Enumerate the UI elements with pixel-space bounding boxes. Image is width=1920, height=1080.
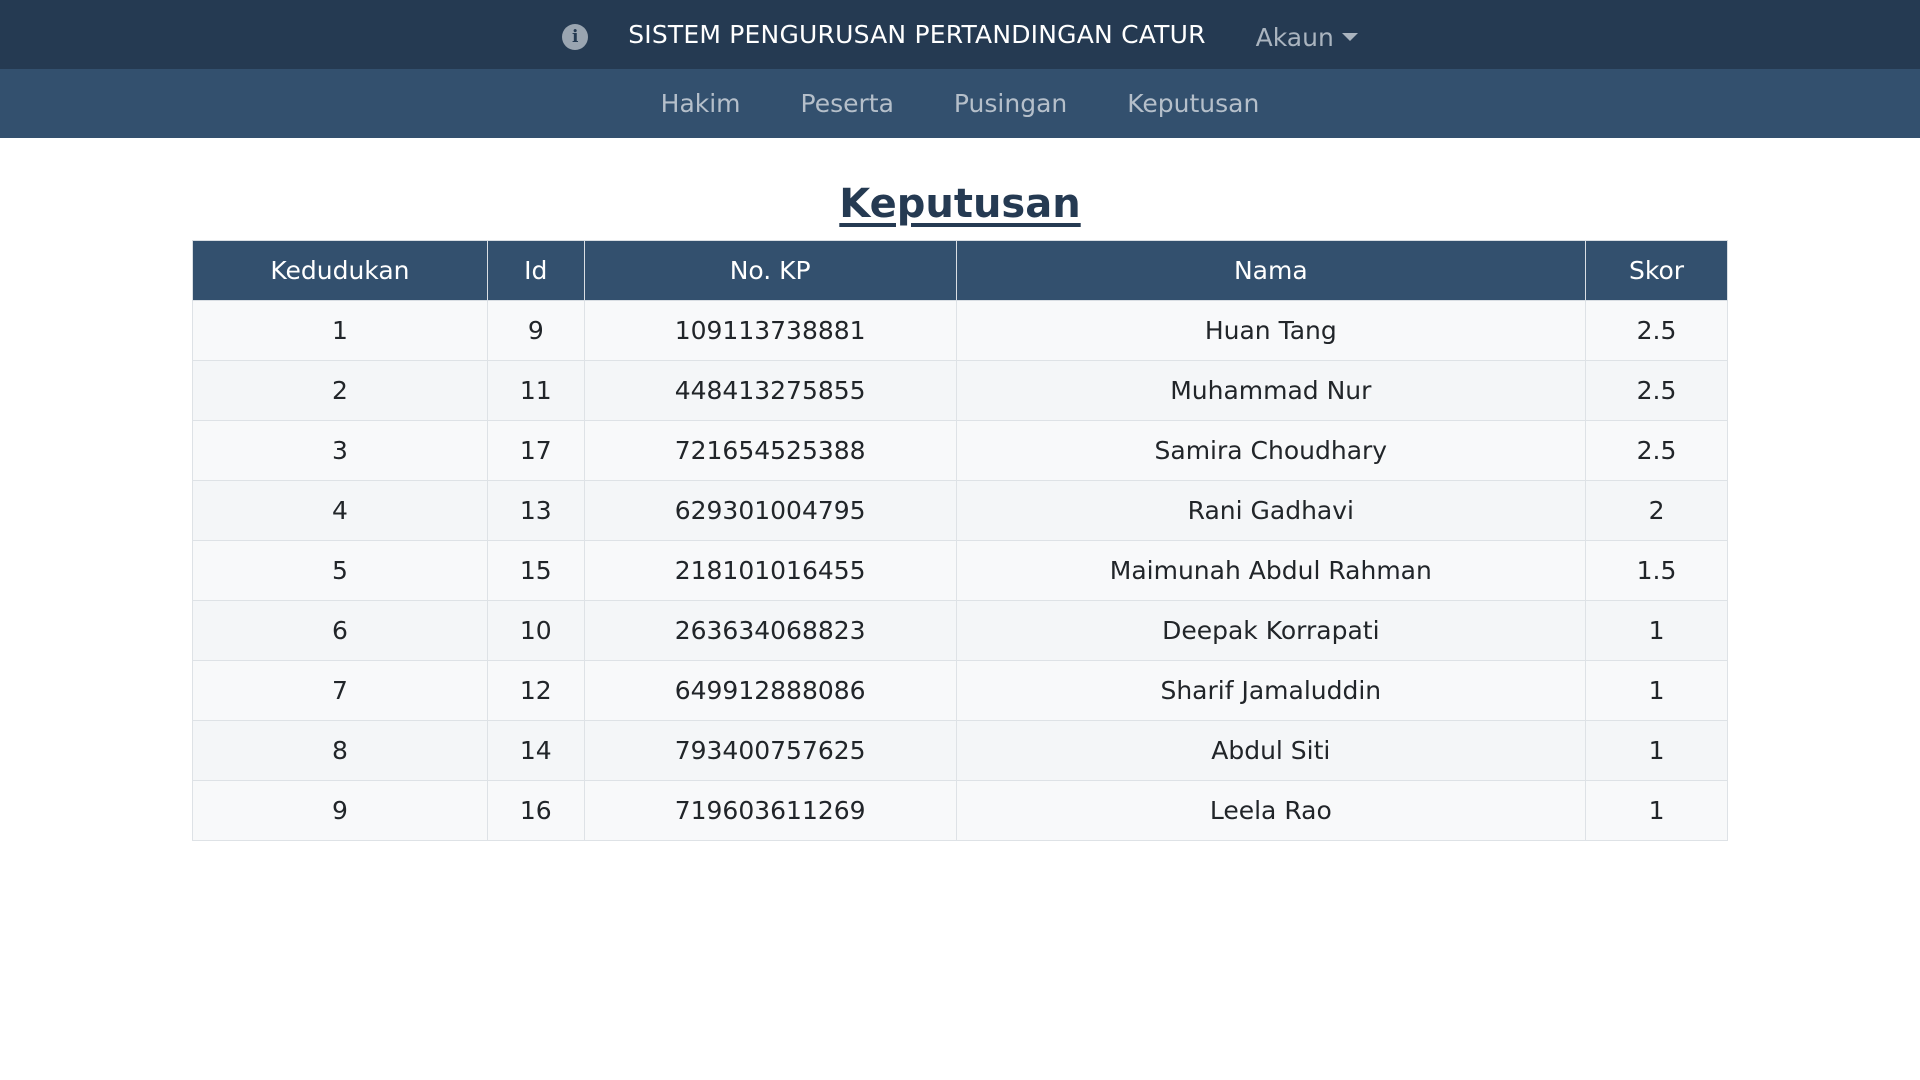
table-row: 5 15 218101016455 Maimunah Abdul Rahman … xyxy=(192,540,1728,601)
table-row: 2 11 448413275855 Muhammad Nur 2.5 xyxy=(192,360,1728,421)
cell-score: 1 xyxy=(1585,720,1728,781)
column-header-score: Skor xyxy=(1585,240,1728,301)
cell-name: Sharif Jamaluddin xyxy=(955,660,1587,721)
cell-id: 11 xyxy=(486,360,585,421)
cell-kp: 448413275855 xyxy=(583,360,957,421)
cell-score: 1 xyxy=(1585,780,1728,841)
cell-kp: 629301004795 xyxy=(583,480,957,541)
table-row: 3 17 721654525388 Samira Choudhary 2.5 xyxy=(192,420,1728,481)
cell-rank: 5 xyxy=(192,540,488,601)
cell-score: 2.5 xyxy=(1585,360,1728,421)
main-nav: Hakim Peserta Pusingan Keputusan xyxy=(0,69,1920,138)
cell-id: 15 xyxy=(486,540,585,601)
cell-kp: 649912888086 xyxy=(583,660,957,721)
account-dropdown[interactable]: Akaun xyxy=(1256,23,1358,52)
account-label: Akaun xyxy=(1255,22,1334,52)
cell-rank: 3 xyxy=(192,420,488,481)
cell-name: Samira Choudhary xyxy=(955,420,1587,481)
main-content: Keputusan Kedudukan Id No. KP Nama Skor … xyxy=(192,180,1728,841)
cell-name: Deepak Korrapati xyxy=(955,600,1587,661)
cell-name: Abdul Siti xyxy=(955,720,1587,781)
column-header-kp: No. KP xyxy=(583,240,957,301)
cell-id: 9 xyxy=(486,300,585,361)
cell-score: 2.5 xyxy=(1585,300,1728,361)
nav-item-keputusan[interactable]: Keputusan xyxy=(1097,89,1289,118)
cell-id: 16 xyxy=(486,780,585,841)
cell-kp: 793400757625 xyxy=(583,720,957,781)
column-header-name: Nama xyxy=(955,240,1587,301)
cell-rank: 9 xyxy=(192,780,488,841)
cell-id: 17 xyxy=(486,420,585,481)
cell-rank: 1 xyxy=(192,300,488,361)
cell-id: 14 xyxy=(486,720,585,781)
cell-rank: 8 xyxy=(192,720,488,781)
caret-down-icon xyxy=(1341,33,1358,41)
app-title: SISTEM PENGURUSAN PERTANDINGAN CATUR xyxy=(628,20,1206,49)
column-header-rank: Kedudukan xyxy=(192,240,488,301)
cell-kp: 719603611269 xyxy=(583,780,957,841)
table-row: 6 10 263634068823 Deepak Korrapati 1 xyxy=(192,600,1728,661)
cell-score: 1.5 xyxy=(1585,540,1728,601)
table-row: 8 14 793400757625 Abdul Siti 1 xyxy=(192,720,1728,781)
cell-score: 2.5 xyxy=(1585,420,1728,481)
table-row: 7 12 649912888086 Sharif Jamaluddin 1 xyxy=(192,660,1728,721)
cell-rank: 7 xyxy=(192,660,488,721)
cell-name: Leela Rao xyxy=(955,780,1587,841)
cell-id: 12 xyxy=(486,660,585,721)
nav-item-hakim[interactable]: Hakim xyxy=(631,89,771,118)
cell-rank: 6 xyxy=(192,600,488,661)
info-circle-icon[interactable]: i xyxy=(562,23,589,50)
results-table: Kedudukan Id No. KP Nama Skor 1 9 109113… xyxy=(192,240,1728,841)
top-header: i SISTEM PENGURUSAN PERTANDINGAN CATUR A… xyxy=(0,0,1920,69)
cell-id: 10 xyxy=(486,600,585,661)
table-row: 1 9 109113738881 Huan Tang 2.5 xyxy=(192,300,1728,361)
cell-name: Maimunah Abdul Rahman xyxy=(955,540,1587,601)
cell-name: Muhammad Nur xyxy=(955,360,1587,421)
cell-name: Huan Tang xyxy=(955,300,1587,361)
cell-kp: 218101016455 xyxy=(583,540,957,601)
nav-item-pusingan[interactable]: Pusingan xyxy=(924,89,1097,118)
cell-kp: 721654525388 xyxy=(583,420,957,481)
cell-id: 13 xyxy=(486,480,585,541)
cell-rank: 4 xyxy=(192,480,488,541)
table-header-row: Kedudukan Id No. KP Nama Skor xyxy=(192,240,1728,301)
nav-item-peserta[interactable]: Peserta xyxy=(771,89,924,118)
table-row: 9 16 719603611269 Leela Rao 1 xyxy=(192,780,1728,841)
column-header-id: Id xyxy=(486,240,585,301)
cell-score: 1 xyxy=(1585,600,1728,661)
cell-name: Rani Gadhavi xyxy=(955,480,1587,541)
cell-rank: 2 xyxy=(192,360,488,421)
table-row: 4 13 629301004795 Rani Gadhavi 2 xyxy=(192,480,1728,541)
cell-kp: 109113738881 xyxy=(583,300,957,361)
cell-score: 2 xyxy=(1585,480,1728,541)
header-inner: i SISTEM PENGURUSAN PERTANDINGAN CATUR A… xyxy=(562,0,1358,69)
page-title: Keputusan xyxy=(839,181,1081,227)
cell-kp: 263634068823 xyxy=(583,600,957,661)
cell-score: 1 xyxy=(1585,660,1728,721)
